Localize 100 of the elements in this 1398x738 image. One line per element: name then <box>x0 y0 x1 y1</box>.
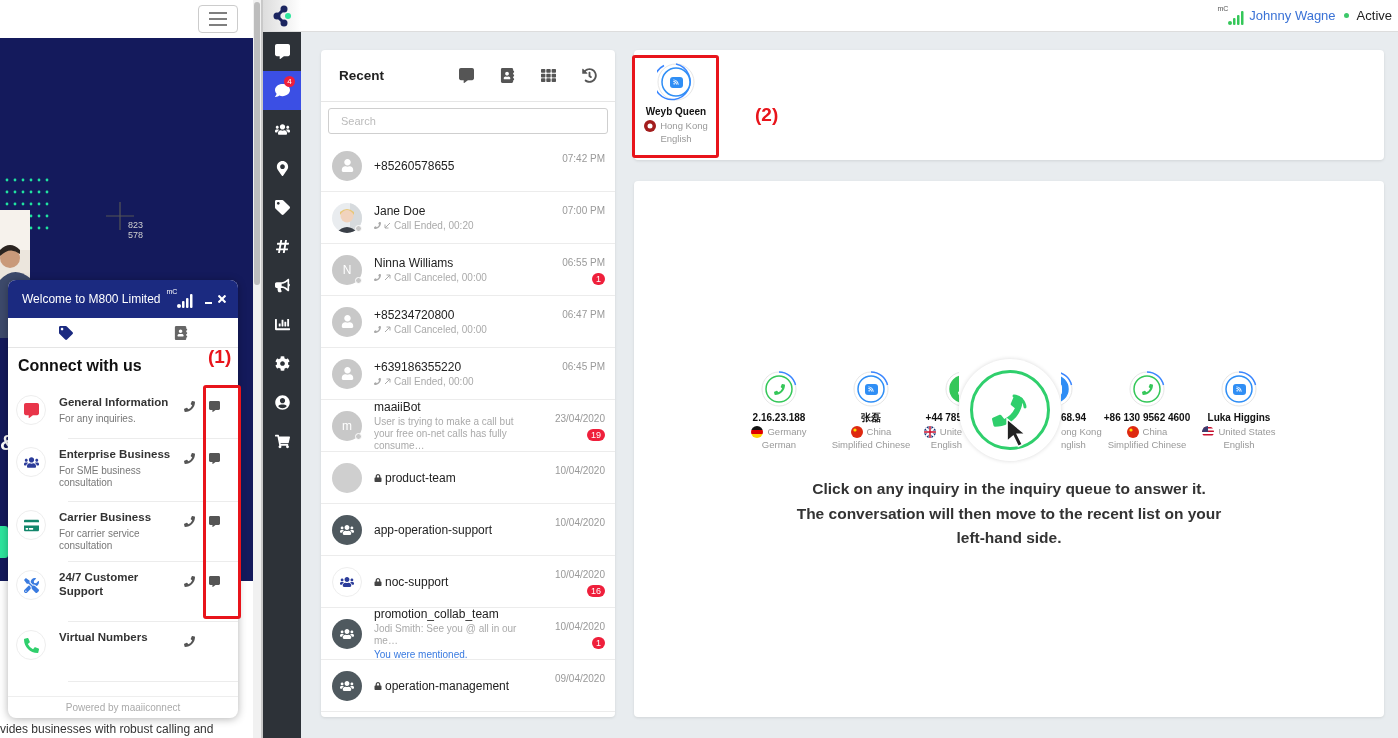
avatar <box>332 150 362 181</box>
chat-ring-icon[interactable] <box>1061 371 1073 407</box>
contact-name: +85234720800 <box>374 308 455 322</box>
phone-icon[interactable] <box>184 636 195 647</box>
contact-name: Ninna Williams <box>374 256 454 270</box>
history-icon[interactable] <box>582 68 597 83</box>
inquiry-name: 2.16.23.188 <box>752 411 806 425</box>
inquiry-name: Weyb Queen <box>645 105 707 119</box>
conversation-row[interactable]: +639186355220 Call Ended, 00:00 06:45 PM <box>321 348 615 400</box>
flag-icon <box>751 425 764 438</box>
powered-by-text: Powered by maaiiconnect <box>8 696 238 718</box>
settings-icon <box>274 356 290 371</box>
mention-text: You were mentioned. <box>374 649 469 660</box>
flag-icon <box>1202 425 1215 438</box>
service-title[interactable]: General Information <box>59 395 184 409</box>
cursor-icon <box>1006 418 1027 448</box>
phone-icon[interactable] <box>184 401 195 412</box>
service-title[interactable]: Enterprise Business <box>59 447 184 461</box>
group-avatar <box>332 618 362 649</box>
search-field[interactable]: Search <box>328 108 608 134</box>
widget-heading: Connect with us <box>18 357 142 375</box>
chat-ring-icon[interactable] <box>657 63 695 101</box>
message-icon <box>274 44 290 59</box>
language-text: English <box>930 438 962 451</box>
contact-name: maaiiBot <box>374 399 421 414</box>
group-avatar <box>332 566 362 597</box>
conversation-row[interactable]: promotion_collab_team Jodi Smith: See you @ all in our me… You were mentioned. 10/04/2020 1 <box>321 608 615 660</box>
inquiry-name: 68.94 <box>1061 411 1087 425</box>
coordinate-readout: 823 <box>128 220 144 230</box>
country-text: Germany <box>767 425 807 438</box>
timestamp: 09/04/2020 <box>554 673 605 684</box>
conversation-row[interactable]: +85234720800 Call Canceled, 00:00 06:47 PM <box>321 296 615 348</box>
logo-icon <box>272 4 292 27</box>
country-text: United States <box>1218 425 1276 438</box>
arrow-icon <box>384 378 391 385</box>
scrollbar[interactable] <box>253 0 261 738</box>
timestamp: 06:55 PM <box>562 257 605 268</box>
flag-icon <box>923 425 936 438</box>
phone-icon <box>374 222 381 229</box>
menu-icon <box>209 12 228 26</box>
instruction-text: Click on any inquiry in the inquiry queue to answer it. <box>811 479 1207 499</box>
country-text: Unite <box>939 425 962 438</box>
tag-icon <box>274 200 290 215</box>
dialpad-icon[interactable] <box>541 68 556 83</box>
timestamp: 06:47 PM <box>562 309 605 320</box>
service-title[interactable]: 24/7 Customer Support <box>59 570 184 598</box>
timestamp: 10/04/2020 <box>554 465 605 476</box>
chat-icon[interactable] <box>209 453 220 464</box>
arrow-icon <box>384 274 391 281</box>
contact-name: Jane Doe <box>374 204 426 218</box>
conversation-row[interactable]: Jane Doe Call Ended, 00:20 07:00 PM <box>321 192 615 244</box>
hashtag-icon <box>274 239 290 254</box>
conversation-row[interactable]: app-operation-support 10/04/2020 <box>321 504 615 556</box>
timestamp: 07:42 PM <box>562 153 605 164</box>
megaphone-icon <box>274 278 290 293</box>
conversation-row[interactable]: noc-support 10/04/2020 16 <box>321 556 615 608</box>
call-status: Call Ended, 00:20 <box>394 220 474 231</box>
service-title[interactable]: Carrier Business <box>59 510 184 524</box>
timestamp: 10/04/2020 <box>554 517 605 528</box>
message-preview: Jodi Smith: See you @ all in our me… <box>374 623 518 647</box>
country-text: China <box>1142 425 1168 438</box>
phone-icon[interactable] <box>184 516 195 527</box>
unread-badge: 1 <box>592 637 605 649</box>
chat-icon <box>274 83 290 98</box>
contact-name: noc-support <box>385 574 449 589</box>
phone-icon[interactable] <box>184 453 195 464</box>
conversation-row[interactable]: product-team 10/04/2020 <box>321 452 615 504</box>
status-text[interactable]: Active <box>1356 8 1392 23</box>
conversation-row[interactable]: +85260578655 07:42 PM <box>321 140 615 192</box>
arrow-icon <box>384 326 391 333</box>
close-icon[interactable] <box>218 293 226 305</box>
cart-icon <box>274 434 290 449</box>
language-text: English <box>660 132 692 145</box>
tag-icon <box>58 325 73 340</box>
map-pin-icon <box>274 161 290 176</box>
instruction-text: The conversation will then move to the recent list on your left-hand side. <box>795 503 1223 548</box>
panel-title: Recent <box>339 68 384 83</box>
conversation-row[interactable]: operation-management 09/04/2020 <box>321 660 615 712</box>
phone-icon[interactable] <box>184 576 195 587</box>
user-name-link[interactable]: Johnny Wagne <box>1249 8 1336 23</box>
contacts-icon[interactable] <box>500 68 515 83</box>
group-avatar <box>332 670 362 701</box>
chat-icon[interactable] <box>209 516 220 527</box>
chat-ring-icon[interactable] <box>853 371 889 407</box>
chat-ring-icon[interactable] <box>1221 371 1257 407</box>
menu-button[interactable] <box>198 5 239 33</box>
country-text: ong Kong <box>1061 425 1102 438</box>
sidebar-item[interactable]: 4 <box>263 71 301 110</box>
contact-name: product-team <box>385 470 456 485</box>
annotation-label: (2) <box>755 104 779 126</box>
phone-icon <box>374 378 381 385</box>
contact-name: operation-management <box>385 678 510 693</box>
inquiry-name: 张磊 <box>861 411 881 425</box>
inquiry-name: +86 130 9562 4600 <box>1103 411 1191 425</box>
chat-icon[interactable] <box>209 576 220 587</box>
avatar <box>332 306 362 337</box>
chat-icon[interactable] <box>209 401 220 412</box>
users-icon <box>274 122 290 137</box>
inquiry-icon[interactable] <box>459 68 474 83</box>
service-title[interactable]: Virtual Numbers <box>59 630 184 644</box>
